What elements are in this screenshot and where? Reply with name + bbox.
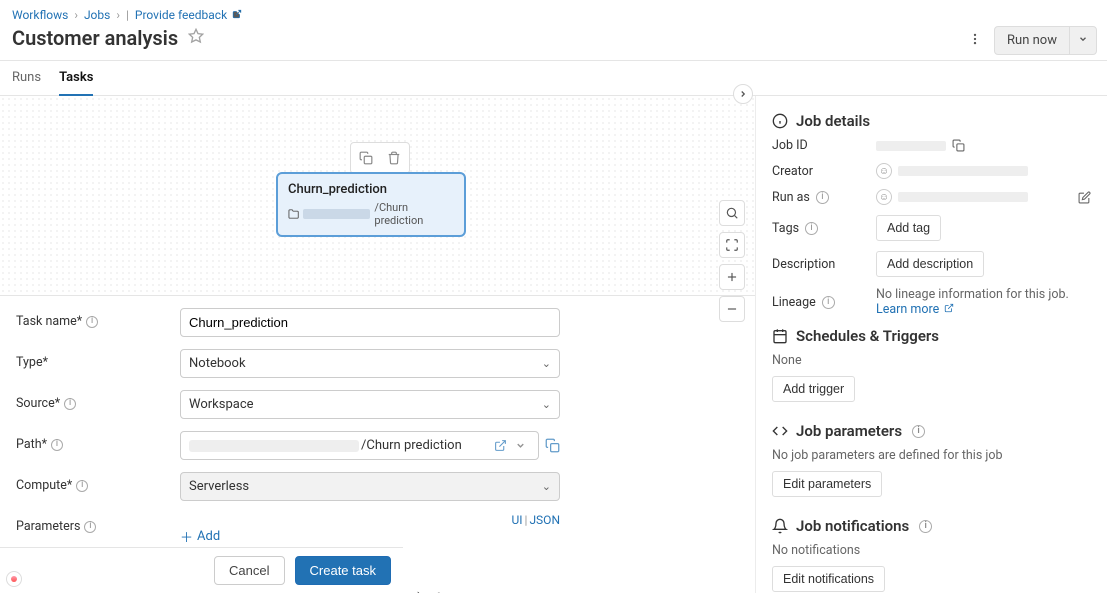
compute-select[interactable]: Serverless⌄ [180, 472, 560, 501]
chevron-down-icon: ⌄ [542, 398, 551, 411]
params-header: Job parametersi [772, 422, 1091, 440]
label-task-name: Task name* [16, 314, 82, 329]
chevron-down-icon: ⌄ [542, 480, 551, 493]
side-panel: Job details Job ID Creator ☺ Run asi ☺ T… [755, 96, 1107, 593]
redacted-creator [898, 166, 1028, 176]
edit-icon[interactable] [1078, 191, 1091, 204]
footer-bar: Cancel Create task [0, 547, 403, 593]
crumb-workflows[interactable]: Workflows [12, 8, 68, 22]
add-tag-button[interactable]: Add tag [876, 215, 941, 241]
lineage-label: Lineagei [772, 295, 876, 310]
info-icon[interactable]: i [919, 520, 932, 533]
label-path: Path* [16, 437, 47, 452]
open-external-icon[interactable] [494, 439, 507, 452]
chevron-down-icon: ⌄ [542, 357, 551, 370]
redacted-job-id [876, 141, 946, 151]
user-icon: ☺ [876, 189, 892, 205]
info-icon[interactable]: i [822, 296, 835, 309]
run-now-button[interactable]: Run now [995, 27, 1069, 54]
info-icon[interactable]: i [64, 398, 76, 410]
learn-more-link[interactable]: Learn more [876, 302, 954, 317]
breadcrumb: Workflows › Jobs › | Provide feedback [0, 0, 1107, 22]
job-details-header: Job details [772, 112, 1091, 130]
notifs-none: No notifications [772, 543, 1091, 558]
star-icon[interactable] [188, 28, 204, 48]
notifs-header: Job notificationsi [772, 517, 1091, 535]
provide-feedback-link[interactable]: Provide feedback [135, 8, 242, 22]
user-icon: ☺ [876, 163, 892, 179]
task-node[interactable]: Churn_prediction /Churn prediction [276, 172, 466, 237]
task-name-input[interactable] [180, 308, 560, 337]
node-path: /Churn prediction [288, 201, 454, 227]
creator-label: Creator [772, 164, 876, 179]
code-icon [772, 423, 788, 439]
fit-screen-icon[interactable] [719, 232, 745, 258]
info-icon[interactable]: i [816, 191, 829, 204]
divider: | [126, 8, 129, 22]
delete-task-icon[interactable] [383, 147, 405, 169]
crumb-jobs[interactable]: Jobs [84, 8, 110, 22]
jobid-label: Job ID [772, 138, 876, 153]
tab-runs[interactable]: Runs [12, 61, 41, 96]
chevron-down-icon[interactable] [515, 440, 526, 451]
ui-json-toggle: UI|JSON [180, 513, 560, 527]
info-icon[interactable]: i [51, 439, 63, 451]
ui-toggle[interactable]: UI [511, 513, 522, 527]
source-select[interactable]: Workspace⌄ [180, 390, 560, 419]
params-none: No job parameters are defined for this j… [772, 448, 1091, 463]
info-icon[interactable]: i [84, 521, 96, 533]
redacted-path [303, 209, 370, 219]
copy-path-icon[interactable] [545, 438, 560, 453]
info-icon[interactable]: i [805, 222, 818, 235]
label-parameters: Parameters [16, 519, 80, 534]
node-title: Churn_prediction [288, 182, 454, 197]
tags-label: Tagsi [772, 221, 876, 236]
cancel-button[interactable]: Cancel [214, 556, 284, 585]
page-title: Customer analysis [12, 26, 178, 50]
folder-icon [288, 208, 299, 220]
schedules-none: None [772, 353, 1091, 368]
zoom-out-icon[interactable] [719, 296, 745, 322]
copy-icon[interactable] [952, 139, 965, 152]
task-canvas[interactable]: Churn_prediction /Churn prediction [0, 96, 755, 296]
node-toolbar [350, 142, 410, 174]
type-select[interactable]: Notebook⌄ [180, 349, 560, 378]
redacted-path-prefix [189, 440, 359, 452]
runas-label: Run asi [772, 190, 876, 205]
label-source: Source* [16, 396, 60, 411]
tab-tasks[interactable]: Tasks [59, 61, 93, 96]
lineage-none: No lineage information for this job. [876, 287, 1091, 302]
json-toggle[interactable]: JSON [529, 513, 560, 527]
info-circle-icon [772, 113, 788, 129]
tabs: Runs Tasks [0, 60, 1107, 96]
create-task-button[interactable]: Create task [295, 556, 391, 585]
chevron-right-icon: › [116, 8, 120, 22]
info-icon[interactable]: i [912, 425, 925, 438]
title-bar: Customer analysis [0, 22, 1107, 60]
kebab-menu[interactable] [964, 28, 986, 54]
panel-collapse-handle[interactable] [733, 84, 753, 104]
status-indicator[interactable] [6, 571, 22, 587]
copy-task-icon[interactable] [355, 147, 377, 169]
chevron-right-icon: › [74, 8, 78, 22]
calendar-icon [772, 328, 788, 344]
bell-icon [772, 518, 788, 534]
add-parameter-link[interactable]: ＋ Add [180, 527, 220, 546]
info-icon[interactable]: i [76, 480, 88, 492]
label-type: Type* [16, 355, 48, 370]
description-label: Description [772, 257, 876, 272]
info-icon[interactable]: i [86, 316, 98, 328]
redacted-runas [898, 192, 1028, 202]
label-compute: Compute* [16, 478, 72, 493]
add-trigger-button[interactable]: Add trigger [772, 376, 855, 402]
edit-parameters-button[interactable]: Edit parameters [772, 471, 882, 497]
run-now-dropdown[interactable] [1069, 27, 1096, 54]
search-icon[interactable] [719, 200, 745, 226]
edit-notifications-button[interactable]: Edit notifications [772, 566, 885, 592]
schedules-header: Schedules & Triggers [772, 327, 1091, 345]
add-description-button[interactable]: Add description [876, 251, 984, 277]
path-input[interactable]: /Churn prediction [180, 431, 539, 460]
zoom-in-icon[interactable] [719, 264, 745, 290]
